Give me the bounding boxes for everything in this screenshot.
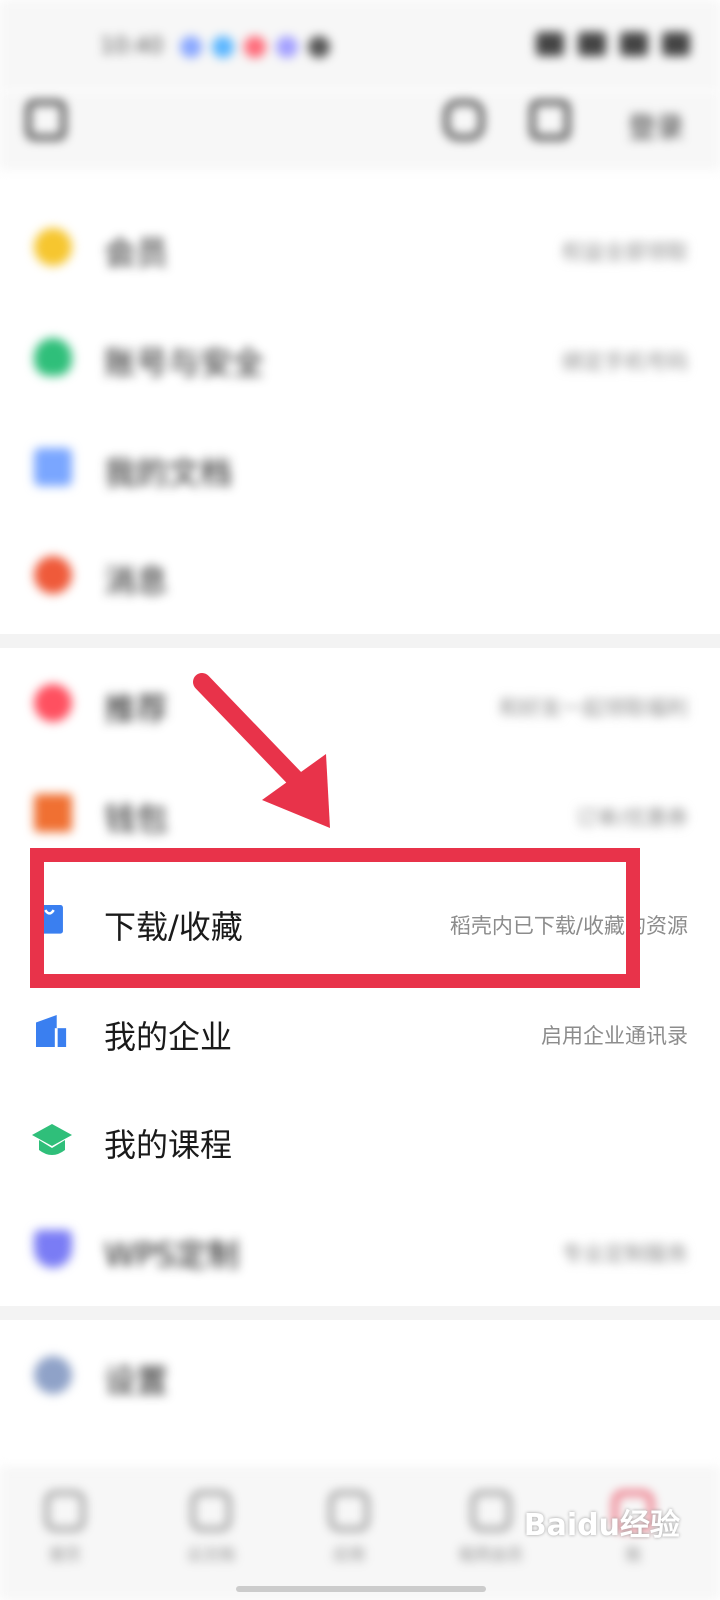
nav-home[interactable]: 首页 <box>20 1491 110 1565</box>
building-icon <box>36 1015 67 1047</box>
menu-item-label: 推荐 <box>104 690 169 728</box>
status-indicators <box>450 32 690 60</box>
gift-icon <box>34 684 72 722</box>
login-link[interactable]: 登录 <box>628 106 684 146</box>
shield-icon <box>34 338 72 376</box>
apps-icon <box>329 1491 369 1531</box>
menu-item-vip[interactable]: 会员 权益全部领取 <box>0 194 720 304</box>
menu-item-hint: 订单/优惠券 <box>575 806 688 830</box>
menu-item-label: 会员 <box>104 234 169 272</box>
menu-item-label: 设置 <box>104 1362 169 1400</box>
home-indicator <box>236 1586 486 1592</box>
menu-item-hint: 和好友一起领取福利 <box>499 696 688 720</box>
menu-item-account-security[interactable]: 账号与安全 绑定手机号码 <box>0 304 720 414</box>
nav-apps[interactable]: 应用 <box>304 1491 394 1565</box>
menu-item-my-docs[interactable]: 我的文档 <box>0 414 720 524</box>
menu-item-hint: 启用企业通讯录 <box>541 1024 688 1048</box>
notification-icon <box>276 36 298 58</box>
notification-icon <box>244 36 266 58</box>
menu-item-label: 我的课程 <box>104 1126 233 1164</box>
menu-item-settings[interactable]: 设置 <box>0 1322 720 1432</box>
status-time: 10:40 <box>100 34 164 59</box>
watermark: Baidu经验 <box>523 1508 680 1543</box>
notification-icon <box>308 36 330 58</box>
home-icon <box>45 1491 85 1531</box>
battery-icon <box>662 32 690 56</box>
message-icon <box>34 556 72 594</box>
menu-item-hint: 权益全部领取 <box>562 240 688 264</box>
nav-label: 首页 <box>48 1545 81 1564</box>
notification-icon <box>212 36 234 58</box>
menu-item-recommend[interactable]: 推荐 和好友一起领取福利 <box>0 650 720 760</box>
menu-item-hint: 专业定制服务 <box>562 1242 688 1266</box>
wifi-icon <box>536 32 564 56</box>
menu-item-label: 我的文档 <box>104 454 233 492</box>
crown-icon <box>34 228 72 266</box>
signal-icon <box>578 32 606 56</box>
section-divider <box>0 634 720 648</box>
nav-label: 稻壳会员 <box>458 1545 523 1564</box>
annotation-highlight-box <box>30 848 640 988</box>
nav-label: 我 <box>624 1545 641 1564</box>
menu-item-hint: 绑定手机号码 <box>562 350 688 374</box>
section-divider <box>0 1306 720 1320</box>
profile-header: 登录 <box>0 90 720 170</box>
signal-icon <box>620 32 648 56</box>
menu-item-my-enterprise[interactable]: 我的企业 启用企业通讯录 <box>0 978 720 1088</box>
qr-code-icon[interactable] <box>530 100 570 140</box>
menu-item-label: 钱包 <box>104 800 169 838</box>
menu-item-my-courses[interactable]: 我的课程 <box>0 1086 720 1196</box>
notification-icon <box>180 36 202 58</box>
graduation-cap-icon <box>32 1124 72 1155</box>
docer-icon <box>471 1491 511 1531</box>
gear-icon <box>34 1356 72 1394</box>
avatar-icon[interactable] <box>26 100 66 140</box>
status-bar: 10:40 <box>0 0 720 90</box>
nav-cloud-docs[interactable]: 云文档 <box>166 1491 256 1565</box>
scan-icon[interactable] <box>444 100 484 140</box>
menu-item-wps-custom[interactable]: WPS定制 专业定制服务 <box>0 1196 720 1306</box>
diamond-icon <box>34 1230 72 1268</box>
menu-item-label: 消息 <box>104 562 169 600</box>
folder-icon <box>34 448 72 486</box>
nav-label: 云文档 <box>186 1545 235 1564</box>
menu-item-label: 我的企业 <box>104 1018 233 1056</box>
cloud-doc-icon <box>191 1491 231 1531</box>
annotation-arrow <box>193 673 330 828</box>
menu-item-label: 账号与安全 <box>104 344 265 382</box>
nav-label: 应用 <box>332 1545 365 1564</box>
menu-item-label: WPS定制 <box>104 1236 240 1274</box>
wallet-icon <box>34 794 72 832</box>
nav-docer[interactable]: 稻壳会员 <box>446 1491 536 1565</box>
menu-item-messages[interactable]: 消息 <box>0 522 720 632</box>
